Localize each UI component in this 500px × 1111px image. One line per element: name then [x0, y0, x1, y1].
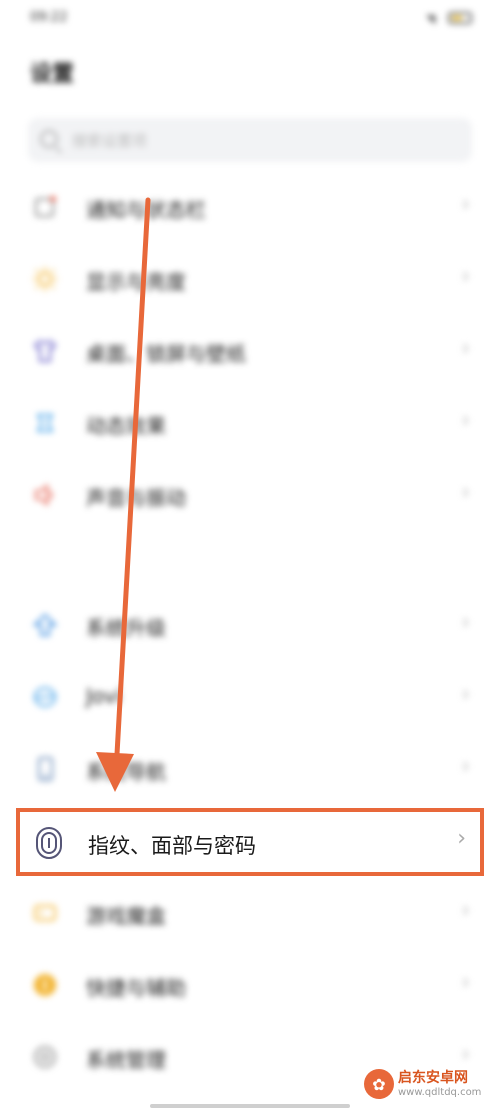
shortcut-icon — [30, 970, 60, 1000]
menu-item-label: Jovi — [86, 684, 122, 708]
chevron-right-icon: › — [461, 898, 470, 923]
menu-item-notifications[interactable]: 通知与状态栏 › — [0, 172, 500, 242]
status-bar: 09:22 ◥ — [0, 0, 500, 40]
menu-item-label: 快捷与辅助 — [86, 976, 186, 1000]
chevron-right-icon: › — [461, 264, 470, 289]
battery-icon — [448, 12, 472, 24]
menu-item-wallpaper[interactable]: 桌面、锁屏与壁纸 › — [0, 316, 500, 386]
menu-item-navigation[interactable]: 系统导航 › — [0, 734, 500, 804]
chevron-right-icon: › — [461, 1042, 470, 1067]
menu-item-label: 桌面、锁屏与壁纸 — [86, 342, 246, 366]
search-bar[interactable]: 搜索设置项 — [28, 118, 472, 162]
phone-navigation-icon — [30, 754, 60, 784]
menu-item-label: 通知与状态栏 — [86, 198, 206, 222]
watermark-logo-icon: ✿ — [364, 1069, 394, 1099]
chevron-right-icon: › — [461, 408, 470, 433]
menu-item-label: 系统升级 — [86, 616, 166, 640]
menu-item-label: 动态效果 — [86, 414, 166, 438]
system-gear-icon — [30, 1042, 60, 1072]
chevron-right-icon: › — [461, 682, 470, 707]
site-watermark: ✿ 启东安卓网 www.qdltdq.com — [364, 1067, 494, 1103]
menu-item-label: 系统管理 — [86, 1048, 166, 1072]
search-icon — [40, 130, 58, 148]
status-icons: ◥ — [426, 12, 472, 26]
motion-effects-icon — [30, 408, 60, 438]
watermark-name: 启东安卓网 — [398, 1070, 468, 1086]
menu-item-shortcuts[interactable]: 快捷与辅助 › — [0, 950, 500, 1020]
watermark-url: www.qdltdq.com — [398, 1087, 482, 1098]
menu-item-upgrade[interactable]: 系统升级 › — [0, 590, 500, 660]
chevron-right-icon: › — [461, 336, 470, 361]
game-box-icon — [30, 898, 60, 928]
menu-item-fingerprint-face-password[interactable]: 指纹、面部与密码 › — [16, 808, 484, 876]
menu-item-label: 游戏魔盒 — [86, 904, 166, 928]
page-title: 设置 — [30, 62, 75, 87]
upgrade-arrow-icon — [30, 610, 60, 640]
chevron-right-icon: › — [461, 480, 470, 505]
chevron-right-icon: › — [461, 610, 470, 635]
brightness-icon — [30, 264, 60, 294]
menu-item-label: 系统导航 — [86, 760, 166, 784]
status-time: 09:22 — [30, 10, 68, 25]
chevron-right-icon: › — [461, 970, 470, 995]
menu-item-jovi[interactable]: Jovi › — [0, 662, 500, 732]
jovi-icon — [30, 682, 60, 712]
menu-item-label: 显示与亮度 — [86, 270, 186, 294]
menu-item-game-box[interactable]: 游戏魔盒 › — [0, 878, 500, 948]
search-input[interactable]: 搜索设置项 — [72, 130, 147, 151]
wifi-icon: ◥ — [426, 12, 436, 26]
chevron-right-icon: › — [457, 826, 466, 851]
speaker-icon — [30, 480, 60, 510]
chevron-right-icon: › — [461, 754, 470, 779]
notification-icon — [30, 192, 60, 222]
menu-item-label: 指纹、面部与密码 — [88, 834, 256, 858]
theme-shirt-icon — [30, 336, 60, 366]
menu-item-display[interactable]: 显示与亮度 › — [0, 244, 500, 314]
chevron-right-icon: › — [461, 192, 470, 217]
home-indicator[interactable] — [150, 1104, 350, 1108]
menu-item-motion[interactable]: 动态效果 › — [0, 388, 500, 458]
fingerprint-icon — [34, 826, 64, 860]
menu-item-label: 声音与振动 — [86, 486, 186, 510]
menu-item-sound[interactable]: 声音与振动 › — [0, 460, 500, 530]
